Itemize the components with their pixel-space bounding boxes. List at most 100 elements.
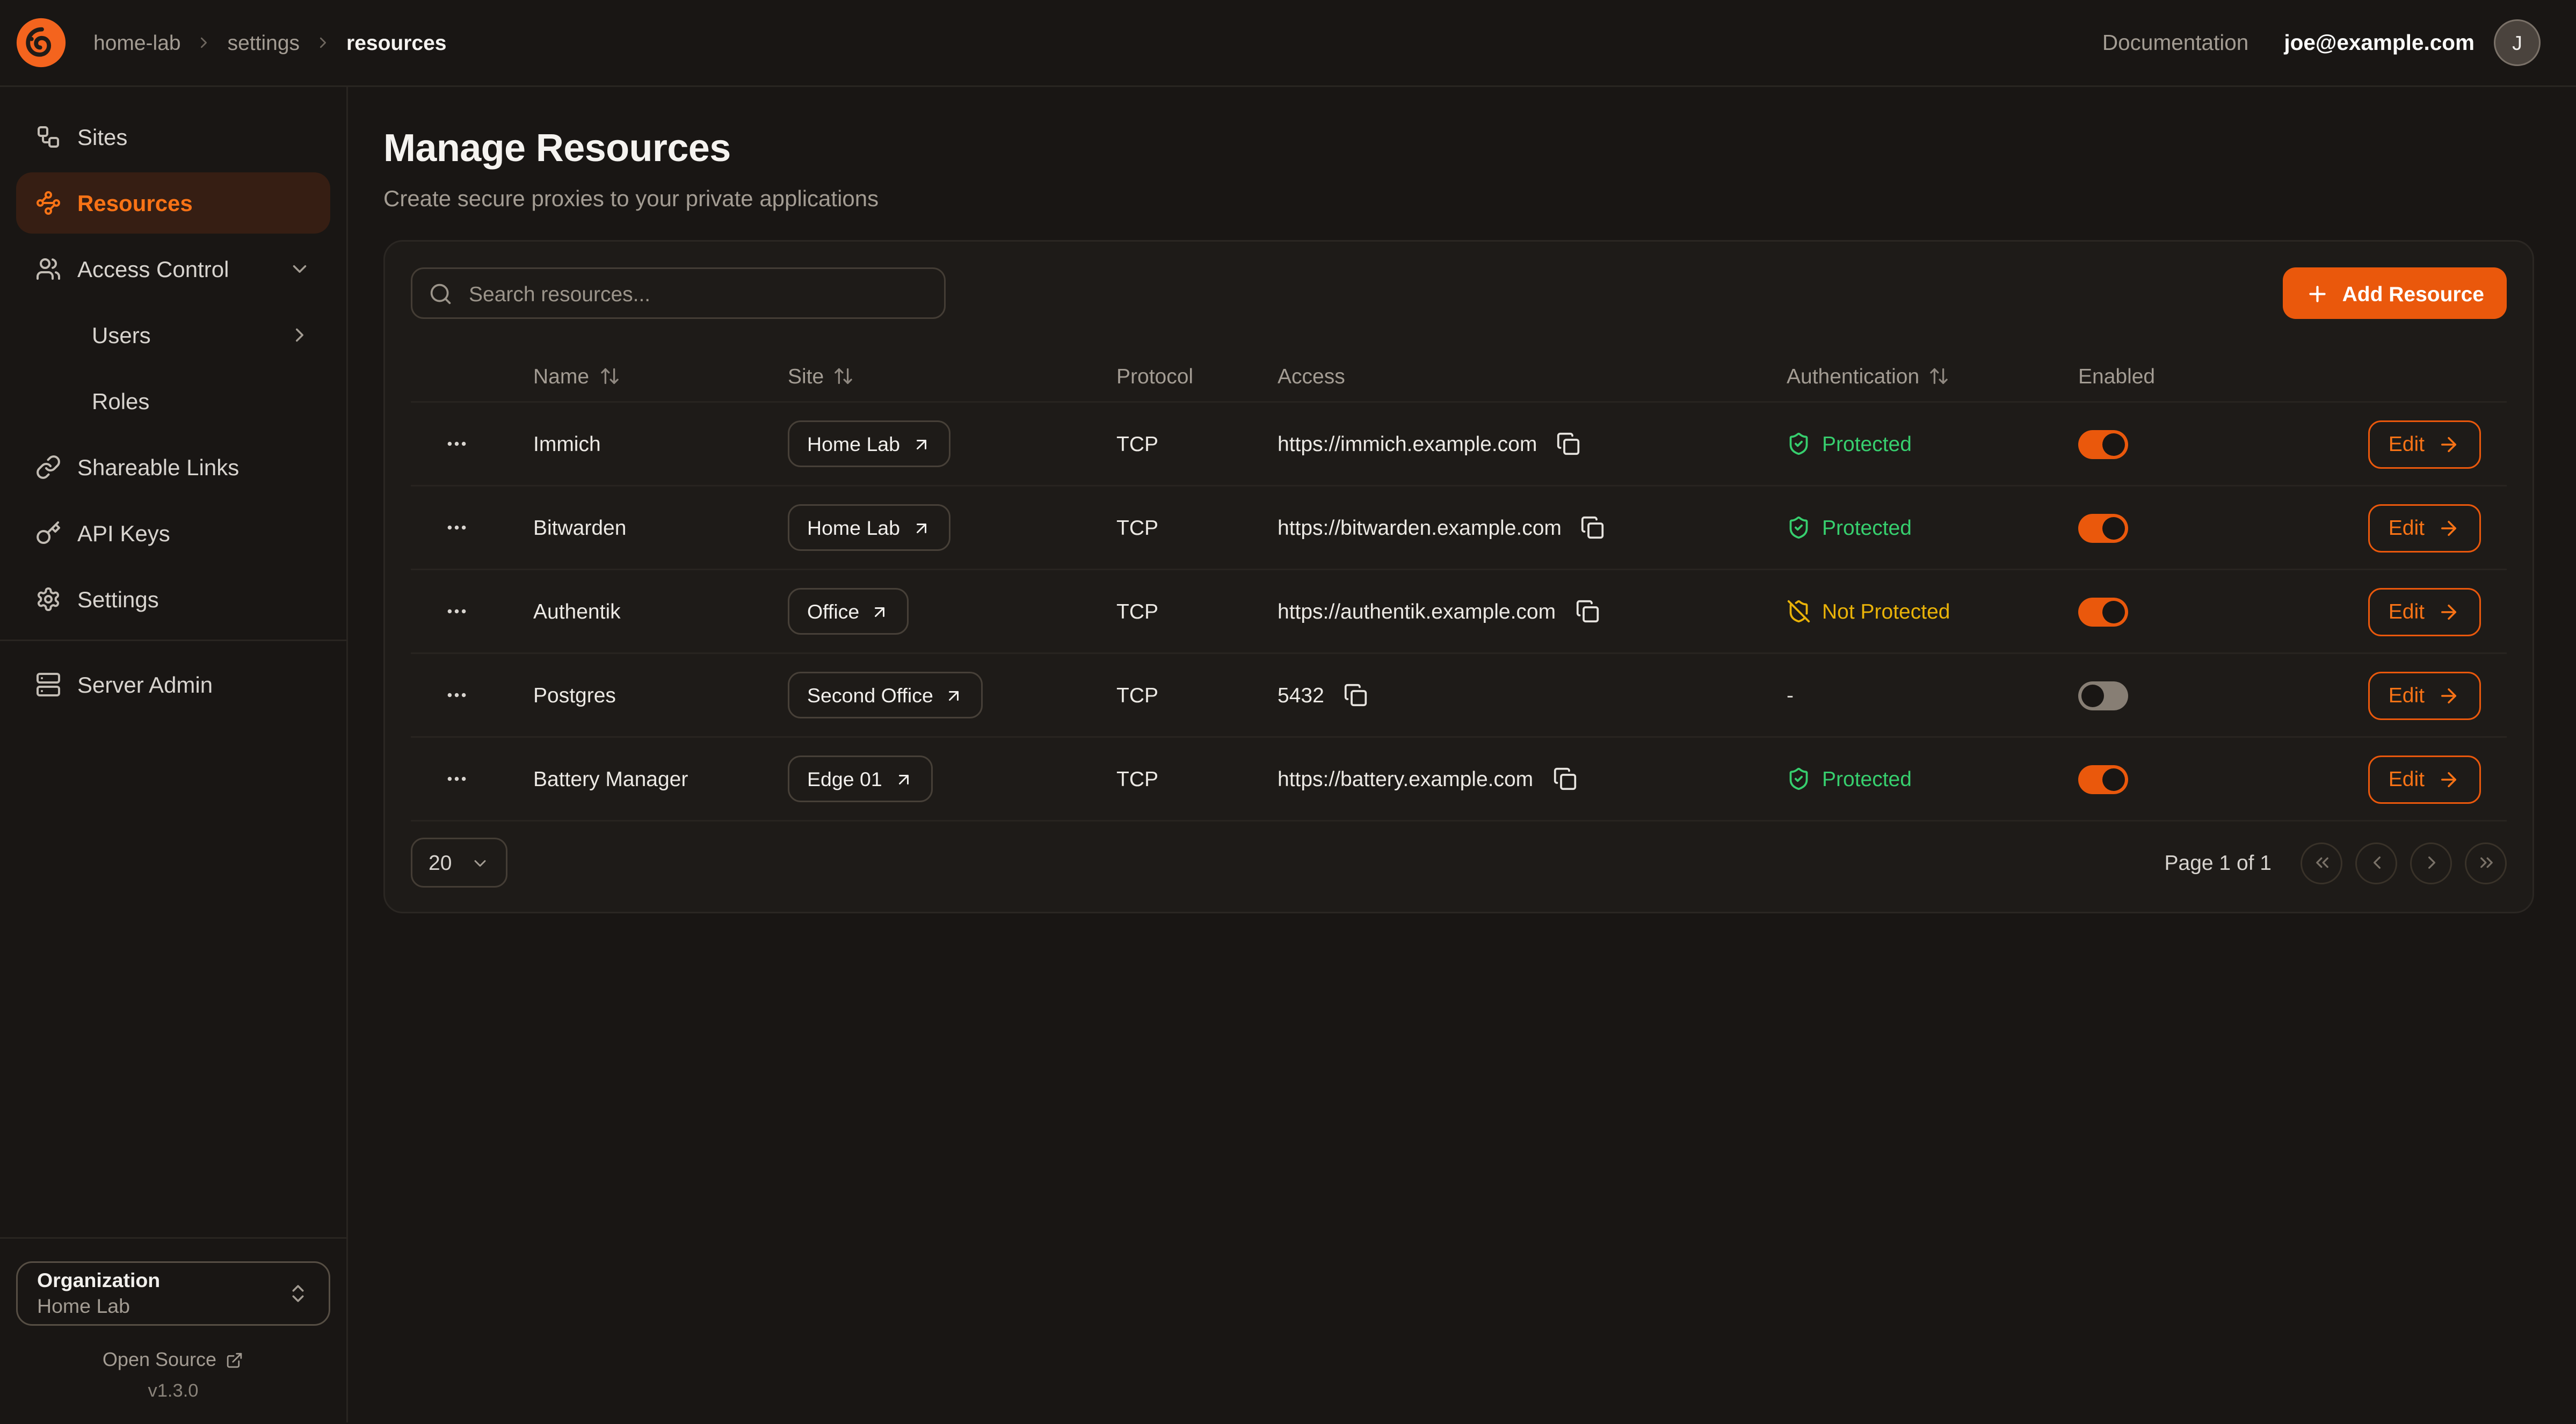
breadcrumb-org[interactable]: home-lab — [93, 31, 181, 55]
resource-access: https://bitwarden.example.com — [1278, 515, 1562, 540]
arrow-up-right-icon — [911, 434, 931, 454]
edit-button[interactable]: Edit — [2368, 671, 2481, 720]
column-header-access: Access — [1245, 364, 1754, 388]
arrow-up-right-icon — [911, 518, 931, 537]
server-icon — [35, 672, 61, 698]
resource-access: 5432 — [1278, 683, 1324, 707]
search-input[interactable] — [466, 280, 928, 307]
sidebar-item-settings[interactable]: Settings — [16, 569, 330, 630]
plus-icon — [2305, 281, 2330, 306]
open-source-link[interactable]: Open Source — [16, 1348, 330, 1371]
external-link-icon — [226, 1351, 244, 1369]
row-menu-button[interactable] — [438, 677, 475, 714]
site-badge[interactable]: Edge 01 — [788, 755, 932, 802]
sidebar-item-sites[interactable]: Sites — [16, 106, 330, 168]
arrow-up-right-icon — [945, 686, 964, 705]
resource-protocol: TCP — [1084, 599, 1245, 623]
previous-page-button[interactable] — [2355, 842, 2397, 884]
arrow-up-right-icon — [894, 769, 913, 789]
edit-button[interactable]: Edit — [2368, 755, 2481, 803]
edit-button[interactable]: Edit — [2368, 420, 2481, 468]
edit-button[interactable]: Edit — [2368, 504, 2481, 552]
site-badge[interactable]: Home Lab — [788, 420, 950, 467]
copy-button[interactable] — [1549, 764, 1580, 794]
table-header: Name Site Protocol Access Authenticati — [411, 351, 2507, 403]
sidebar-item-api-keys[interactable]: API Keys — [16, 503, 330, 564]
breadcrumb-resources[interactable]: resources — [346, 31, 446, 55]
enabled-toggle[interactable] — [2078, 597, 2128, 626]
link-icon — [35, 454, 61, 480]
next-page-button[interactable] — [2410, 842, 2452, 884]
open-source-label: Open Source — [103, 1348, 216, 1371]
copy-icon — [1581, 515, 1605, 540]
column-header-enabled: Enabled — [2046, 364, 2239, 388]
documentation-link[interactable]: Documentation — [2102, 31, 2248, 55]
resource-access: https://battery.example.com — [1278, 767, 1533, 791]
enabled-toggle[interactable] — [2078, 765, 2128, 794]
auth-badge: Protected — [1787, 432, 1912, 456]
search-icon — [429, 281, 453, 306]
resource-access: https://authentik.example.com — [1278, 599, 1556, 623]
site-badge[interactable]: Second Office — [788, 672, 983, 718]
enabled-toggle[interactable] — [2078, 430, 2128, 459]
last-page-button[interactable] — [2465, 842, 2507, 884]
breadcrumb: home-lab settings resources — [93, 31, 447, 55]
breadcrumb-settings[interactable]: settings — [228, 31, 300, 55]
row-menu-button[interactable] — [438, 760, 475, 797]
chevron-right-icon — [2421, 852, 2442, 873]
row-menu-button[interactable] — [438, 425, 475, 462]
sidebar-item-resources[interactable]: Resources — [16, 172, 330, 234]
column-header-authentication[interactable]: Authentication — [1754, 364, 2046, 388]
resource-name: Battery Manager — [501, 767, 756, 791]
copy-button[interactable] — [1572, 596, 1602, 627]
resource-access: https://immich.example.com — [1278, 432, 1537, 456]
chevrons-up-down-icon — [287, 1282, 309, 1305]
resource-protocol: TCP — [1084, 683, 1245, 707]
copy-icon — [1552, 767, 1577, 791]
chevron-down-icon — [470, 853, 490, 873]
page-size-select[interactable]: 20 — [411, 838, 507, 888]
copy-icon — [1556, 432, 1580, 456]
resource-protocol: TCP — [1084, 767, 1245, 791]
user-email[interactable]: joe@example.com — [2284, 31, 2475, 55]
sidebar-item-server-admin[interactable]: Server Admin — [16, 654, 330, 715]
row-menu-button[interactable] — [438, 593, 475, 630]
copy-icon — [1344, 683, 1368, 707]
topbar: home-lab settings resources Documentatio… — [0, 0, 2576, 87]
shield-check-icon — [1787, 432, 1811, 456]
sidebar-item-access-control[interactable]: Access Control — [16, 238, 330, 300]
sidebar-divider — [0, 640, 346, 641]
avatar[interactable]: J — [2494, 19, 2541, 66]
column-header-name[interactable]: Name — [501, 364, 756, 388]
sidebar-nav: Sites Resources Access Control Users Rol… — [0, 87, 346, 720]
row-menu-button[interactable] — [438, 509, 475, 546]
table-row: Bitwarden Home Lab TCP https://bitwarden… — [411, 486, 2507, 570]
copy-button[interactable] — [1340, 680, 1371, 710]
card-footer: 20 Page 1 of 1 — [411, 838, 2507, 888]
enabled-toggle[interactable] — [2078, 513, 2128, 542]
column-header-site[interactable]: Site — [756, 364, 1084, 388]
edit-button[interactable]: Edit — [2368, 587, 2481, 636]
first-page-button[interactable] — [2301, 842, 2342, 884]
organization-value: Home Lab — [37, 1294, 160, 1320]
sidebar-item-roles[interactable]: Roles — [16, 370, 330, 432]
site-badge[interactable]: Home Lab — [788, 504, 950, 551]
organization-selector[interactable]: Organization Home Lab — [16, 1261, 330, 1326]
sidebar-item-shareable-links[interactable]: Shareable Links — [16, 437, 330, 498]
table-row: Postgres Second Office TCP 5432 - Edit — [411, 654, 2507, 738]
copy-button[interactable] — [1578, 512, 1608, 543]
ellipsis-icon — [444, 515, 468, 540]
page-subtitle: Create secure proxies to your private ap… — [383, 185, 2534, 211]
resources-card: Add Resource Name Site Protocol — [383, 240, 2534, 913]
add-resource-button[interactable]: Add Resource — [2283, 267, 2507, 319]
search-box — [411, 267, 946, 319]
pangolin-logo-icon[interactable] — [14, 16, 68, 69]
enabled-toggle[interactable] — [2078, 681, 2128, 710]
ellipsis-icon — [444, 432, 468, 456]
chevron-down-icon — [288, 258, 311, 280]
sidebar-item-users[interactable]: Users — [16, 304, 330, 366]
shield-check-icon — [1787, 515, 1811, 540]
site-badge[interactable]: Office — [788, 588, 909, 635]
add-resource-label: Add Resource — [2342, 281, 2484, 306]
copy-button[interactable] — [1553, 428, 1584, 459]
